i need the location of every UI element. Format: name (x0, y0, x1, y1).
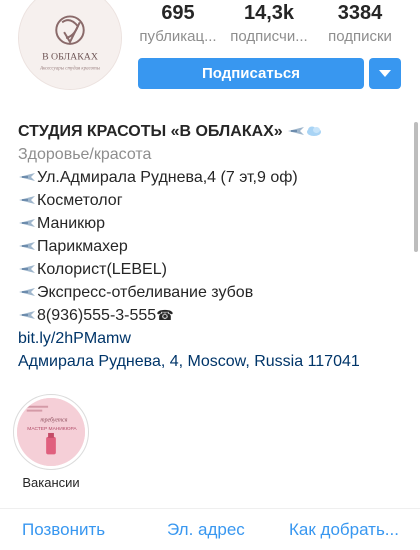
stat-following-value: 3384 (337, 2, 383, 24)
stat-followers-value: 14,3k (243, 2, 295, 24)
airplane-icon (18, 217, 36, 229)
airplane-icon (18, 171, 36, 183)
highlight-cover: требуется МАСТЕР МАНИКЮРА (17, 398, 85, 466)
bio-line-manicure: Маникюр (18, 212, 398, 235)
stat-following[interactable]: 3384 подписки (316, 0, 404, 48)
bio-line-text: Маникюр (37, 215, 106, 232)
airplane-icon (18, 240, 36, 252)
avatar-logo: В ОБЛАКАХ Аксессуары студия красоты (19, 0, 121, 89)
stat-posts-value: 695 (161, 2, 195, 24)
contact-actions-bar: Позвонить Эл. адрес Как добрать... (0, 508, 420, 550)
bio-line-address: Ул.Адмирала Руднева,4 (7 эт,9 оф) (18, 166, 398, 189)
stat-following-label: подписки (328, 28, 392, 45)
stat-followers[interactable]: 14,3k подписчи... (225, 0, 313, 48)
bio-line-cosmetologist: Косметолог (18, 189, 398, 212)
avatar-subtext: Аксессуары студия красоты (39, 66, 101, 71)
stat-followers-label: подписчи... (230, 28, 308, 45)
highlight-cover-text-1: требуется (40, 416, 67, 423)
avatar-text: В ОБЛАКАХ (42, 52, 98, 63)
highlight-cover-text-2: МАСТЕР МАНИКЮРА (27, 426, 77, 432)
bio-line-text: Парикмахер (37, 238, 128, 255)
airplane-icon (18, 309, 36, 321)
bio-line-hairdresser: Парикмахер (18, 235, 398, 258)
chevron-down-icon (379, 70, 391, 77)
bio-line-phone: 8(936)555-3-555☎ (18, 304, 398, 327)
bio-address-link[interactable]: Адмирала Руднева, 4, Moscow, Russia 1170… (18, 350, 398, 373)
telephone-icon: ☎ (156, 307, 174, 323)
stat-posts-label: публикац... (139, 28, 217, 45)
bio-line-text: Экспресс-отбеливание зубов (37, 284, 254, 301)
airplane-icon (18, 263, 36, 275)
email-button[interactable]: Эл. адрес (167, 520, 245, 540)
follow-button[interactable]: Подписаться (138, 58, 364, 89)
bio-line-text: Колорист(LEBEL) (37, 261, 167, 278)
highlight-label: Вакансии (22, 475, 80, 490)
bio-line-text: Косметолог (37, 192, 123, 209)
profile-avatar[interactable]: В ОБЛАКАХ Аксессуары студия красоты (18, 0, 122, 90)
bio-line-colorist: Колорист(LEBEL) (18, 258, 398, 281)
profile-bio: СТУДИЯ КРАСОТЫ «В ОБЛАКАХ» Здоровье/крас… (18, 120, 398, 373)
suggestions-dropdown-button[interactable] (369, 58, 401, 89)
profile-stats: 695 публикац... 14,3k подписчи... 3384 п… (134, 0, 404, 48)
directions-button[interactable]: Как добрать... (289, 520, 399, 540)
call-button[interactable]: Позвонить (22, 520, 105, 540)
stat-posts[interactable]: 695 публикац... (134, 0, 222, 48)
profile-name: СТУДИЯ КРАСОТЫ «В ОБЛАКАХ» (18, 123, 283, 140)
profile-category: Здоровье/красота (18, 146, 152, 163)
highlight-ring: требуется МАСТЕР МАНИКЮРА (13, 394, 89, 470)
bio-line-text: Ул.Адмирала Руднева,4 (7 эт,9 оф) (37, 169, 298, 186)
story-highlight[interactable]: требуется МАСТЕР МАНИКЮРА Вакансии (12, 394, 90, 492)
bio-line-whitening: Экспресс-отбеливание зубов (18, 281, 398, 304)
scrollbar[interactable] (414, 122, 418, 252)
cloud-icon (306, 125, 322, 137)
bio-website-link[interactable]: bit.ly/2hPMamw (18, 327, 398, 350)
bio-line-text: 8(936)555-3-555 (37, 307, 157, 324)
airplane-icon (18, 286, 36, 298)
airplane-icon (18, 194, 36, 206)
bio-name-row: СТУДИЯ КРАСОТЫ «В ОБЛАКАХ» (18, 120, 398, 143)
airplane-icon (287, 125, 305, 137)
